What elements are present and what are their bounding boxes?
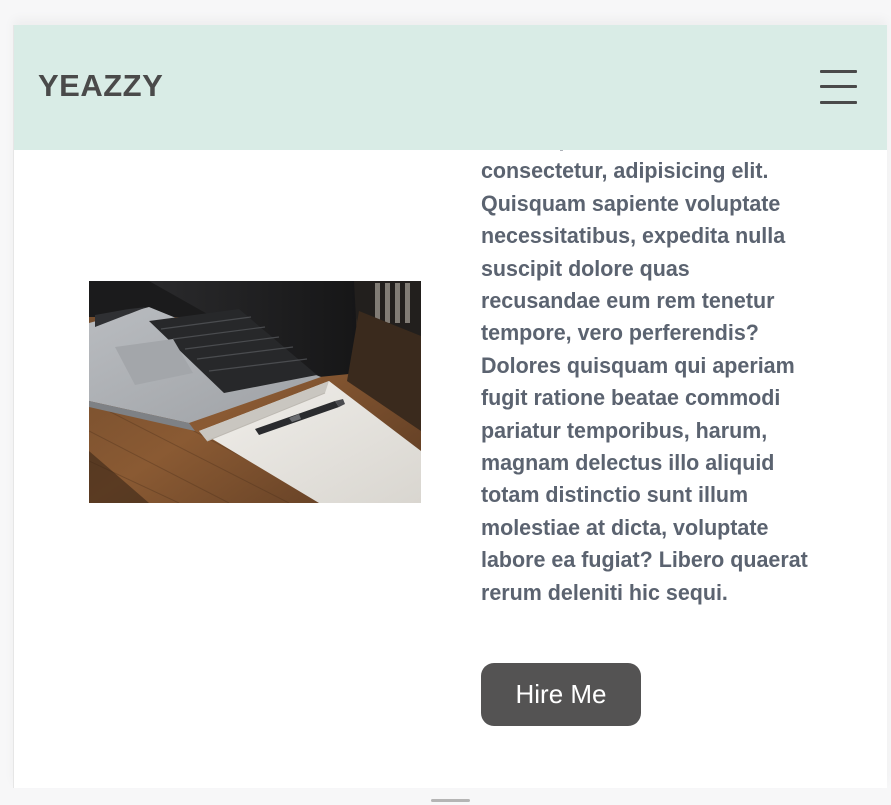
navbar: YEAZZY [14,25,887,150]
laptop-desk-illustration [89,281,421,503]
menu-bar-middle [820,85,857,88]
brand-logo-text[interactable]: YEAZZY [38,68,163,104]
menu-bar-bottom [820,101,857,104]
hamburger-menu-icon[interactable] [820,69,857,105]
hire-me-button[interactable]: Hire Me [481,663,641,726]
page-frame: Lorem ipsum dolor sit amet consectetur, … [13,25,887,788]
hero-image [89,281,421,503]
menu-bar-top [820,70,857,73]
scroll-handle[interactable] [431,799,470,802]
hero-description: Lorem ipsum dolor sit amet consectetur, … [481,126,808,605]
